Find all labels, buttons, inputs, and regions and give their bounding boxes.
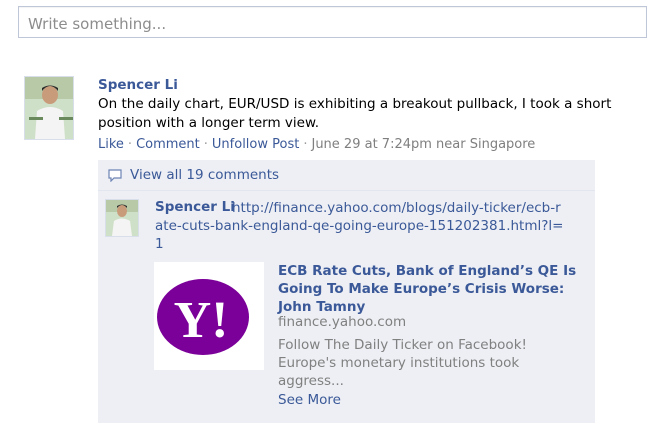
shared-link-description: Follow The Daily Ticker on Facebook! Eur… (278, 337, 527, 389)
shared-link-domain: finance.yahoo.com (278, 314, 407, 330)
unfollow-post-link[interactable]: Unfollow Post (212, 137, 299, 152)
author-avatar[interactable] (24, 76, 74, 140)
view-all-comments-link[interactable]: View all 19 comments (130, 167, 279, 183)
action-separator: · (303, 137, 308, 152)
post-author-name[interactable]: Spencer Li (98, 77, 178, 93)
post-composer-input[interactable]: Write something... (18, 6, 647, 38)
composer-placeholder: Write something... (28, 15, 167, 33)
author-photo (25, 77, 73, 139)
comment-url-link[interactable]: http://finance.yahoo.com/blogs/daily-tic… (155, 199, 565, 253)
post-actions: Like · Comment · Unfollow Post · June 29 at 7:… (98, 137, 535, 152)
comment-author-photo (106, 200, 138, 236)
comment-author-avatar[interactable] (105, 199, 139, 237)
yahoo-logo: Y! (157, 279, 249, 355)
shared-link-title[interactable]: ECB Rate Cuts, Bank of England’s QE Is G… (278, 262, 578, 316)
comment-bubble-icon (108, 169, 122, 182)
post-timestamp: June 29 at 7:24pm near Singapore (311, 137, 536, 152)
view-all-comments-row[interactable]: View all 19 comments (98, 160, 595, 191)
like-link[interactable]: Like (98, 137, 124, 152)
see-more-link[interactable]: See More (278, 392, 341, 408)
comment-link[interactable]: Comment (136, 137, 200, 152)
action-separator: · (127, 137, 133, 152)
yahoo-logo-text: Y! (174, 292, 229, 349)
action-separator: · (203, 137, 208, 152)
shared-link-thumbnail[interactable]: Y! (154, 262, 264, 370)
comments-section: View all 19 comments Spencer Li http://f… (98, 160, 595, 423)
post-message: On the daily chart, EUR/USD is exhibitin… (98, 96, 612, 131)
